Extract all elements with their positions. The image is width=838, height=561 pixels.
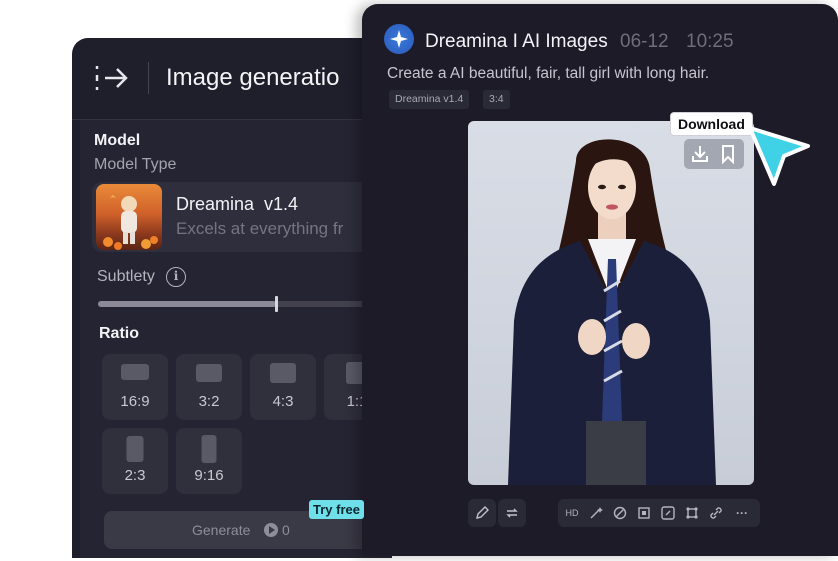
try-free-badge[interactable]: Try free: [309, 500, 364, 519]
link-icon[interactable]: [708, 505, 724, 521]
subtlety-slider[interactable]: [98, 296, 368, 312]
collapse-sidebar-icon[interactable]: [94, 62, 130, 94]
model-label: Model: [94, 132, 141, 149]
magic-wand-icon[interactable]: [588, 505, 604, 521]
model-name: Dreamina v1.4: [176, 194, 299, 214]
prompt-text: Create a AI beautiful, fair, tall girl w…: [387, 65, 710, 82]
subtlety-slider-fill: [98, 301, 277, 307]
ratio-2-3-button[interactable]: 2:3: [102, 428, 168, 494]
subtlety-label: Subtlety: [97, 268, 155, 285]
cursor-pointer-icon: [748, 126, 810, 186]
generated-image[interactable]: [468, 121, 754, 485]
panel-header: Image generatio: [72, 38, 392, 120]
ratio-label-text: 3:2: [198, 393, 220, 410]
ratio-shape-icon: [121, 364, 149, 380]
ratio-label: Ratio: [99, 325, 139, 342]
ratio-16-9-button[interactable]: 16:9: [102, 354, 168, 420]
pencil-icon: [476, 506, 489, 519]
header-divider: [148, 62, 149, 94]
result-title: Dreamina I AI Images: [425, 31, 608, 52]
ratio-4-3-button[interactable]: 4:3: [250, 354, 316, 420]
dreamina-logo-icon: [384, 24, 414, 54]
ratio-label-text: 9:16: [194, 467, 224, 484]
result-date: 06-12: [620, 31, 669, 52]
model-thumbnail: [96, 184, 162, 250]
model-type-label: Model Type: [94, 156, 177, 173]
credit-icon: [264, 523, 278, 537]
hd-upscale-button[interactable]: HD: [564, 505, 580, 521]
edit-button[interactable]: [468, 499, 496, 527]
generate-cost: 0: [282, 522, 290, 538]
image-action-bar: [684, 139, 744, 169]
ratio-shape-icon: [126, 436, 144, 462]
ratio-label-text: 4:3: [272, 393, 294, 410]
expand-icon[interactable]: [636, 505, 652, 521]
repeat-icon: [506, 508, 518, 518]
ratio-shape-icon: [270, 363, 296, 383]
regenerate-button[interactable]: [498, 499, 526, 527]
inpaint-icon[interactable]: [660, 505, 676, 521]
ratio-tag: 3:4: [483, 90, 510, 109]
generated-image-panel: Dreamina I AI Images 06-12 10:25 Create …: [362, 4, 838, 556]
ratio-label-text: 2:3: [124, 467, 146, 484]
image-toolbar: HD ···: [558, 499, 760, 527]
result-time: 10:25: [686, 31, 734, 52]
eraser-icon[interactable]: [612, 505, 628, 521]
generate-label: Generate: [192, 522, 251, 538]
ratio-shape-icon: [196, 364, 222, 382]
download-tooltip: Download: [670, 112, 753, 136]
crop-icon[interactable]: [684, 505, 700, 521]
subtlety-slider-thumb[interactable]: [275, 296, 279, 312]
model-selector-card[interactable]: Dreamina v1.4 Excels at everything fr: [92, 182, 372, 252]
bookmark-icon[interactable]: [718, 144, 738, 164]
model-description: Excels at everything fr: [176, 219, 344, 238]
ratio-3-2-button[interactable]: 3:2: [176, 354, 242, 420]
panel-title: Image generatio: [166, 64, 340, 91]
info-icon[interactable]: i: [166, 267, 186, 287]
ratio-shape-icon: [201, 435, 217, 463]
more-options-button[interactable]: ···: [734, 505, 750, 521]
model-tag: Dreamina v1.4: [389, 90, 470, 109]
download-icon[interactable]: [690, 144, 710, 164]
ratio-9-16-button[interactable]: 9:16: [176, 428, 242, 494]
ratio-label-text: 16:9: [120, 393, 150, 410]
